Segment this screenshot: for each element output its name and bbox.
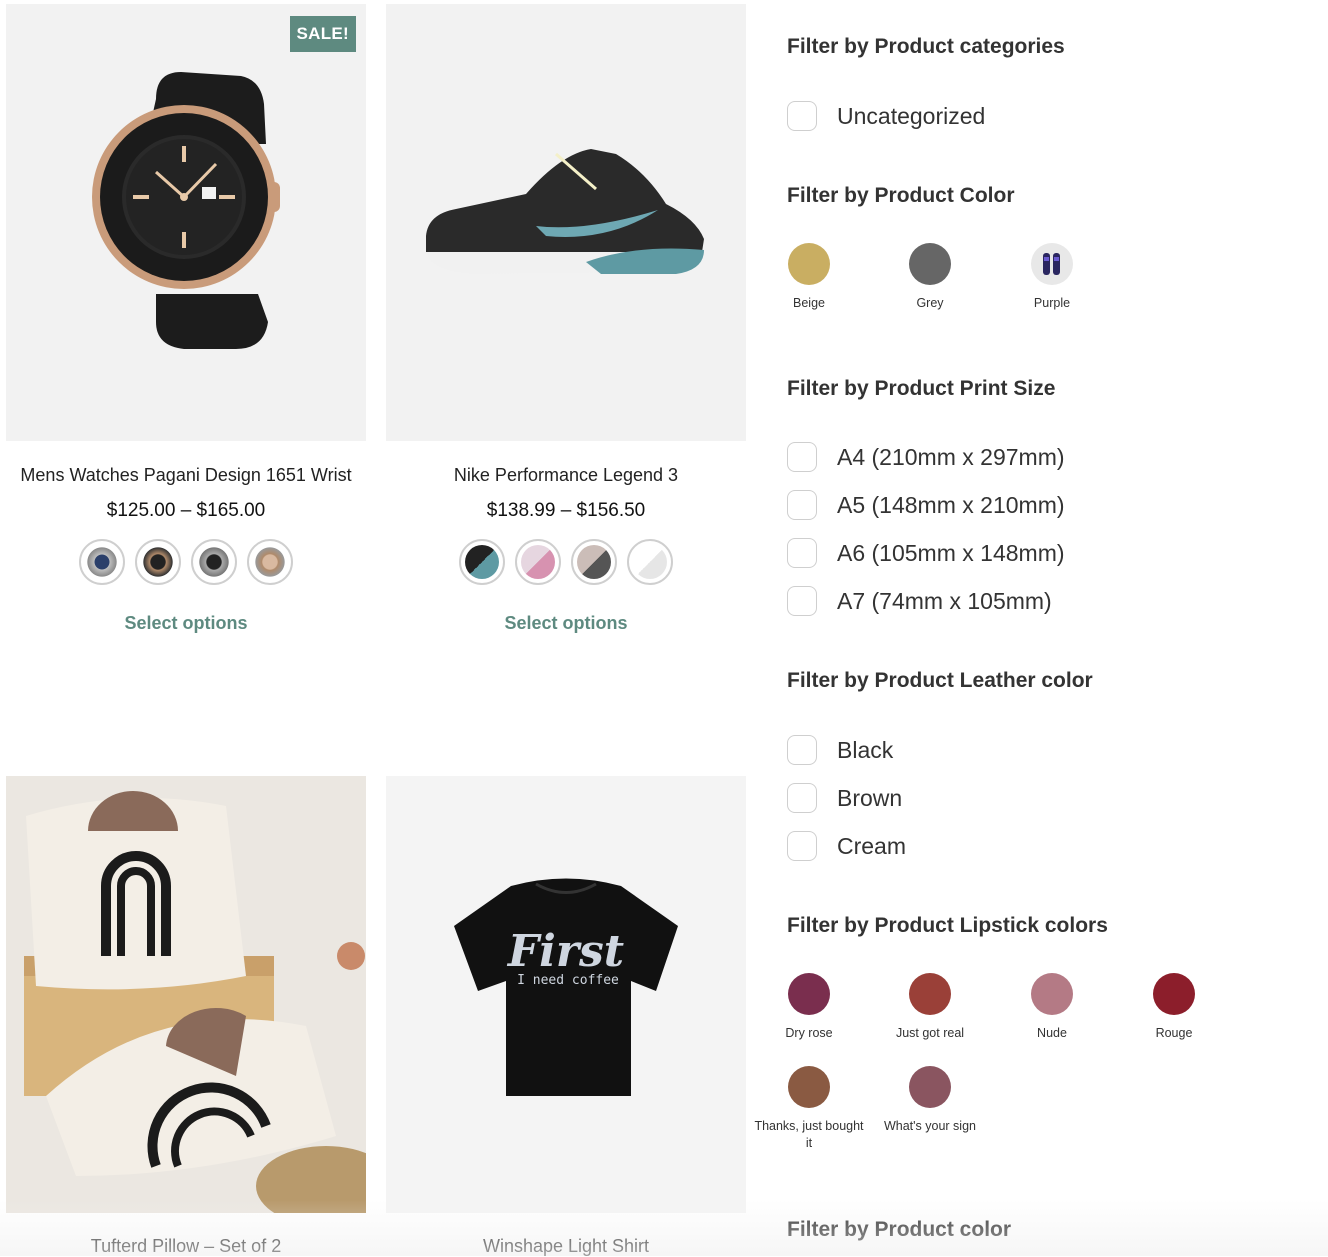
color-label: Rouge: [1155, 1026, 1193, 1040]
filter-heading-categories: Filter by Product categories: [787, 35, 1065, 58]
lipstick-option-whats-your-sign[interactable]: What's your sign: [875, 1066, 985, 1135]
color-dot[interactable]: [1153, 973, 1195, 1015]
product-image-watch[interactable]: SALE!: [6, 4, 366, 441]
checkbox-label: Black: [837, 736, 894, 763]
checkbox-label: Cream: [837, 832, 907, 859]
checkbox-label: Uncategorized: [837, 102, 986, 129]
product-price: $138.99 – $156.50: [486, 500, 646, 521]
checkbox[interactable]: [787, 783, 817, 813]
shirt-print-main: First: [506, 926, 624, 977]
filter-heading-leather: Filter by Product Leather color: [787, 669, 1093, 692]
checkbox-label: A5 (148mm x 210mm): [837, 491, 1065, 518]
lipstick-option-just-got-real[interactable]: Just got real: [875, 973, 985, 1042]
lipstick-option-thanks-just-bought-it[interactable]: Thanks, just bought it: [754, 1066, 864, 1152]
color-label: What's your sign: [883, 1119, 976, 1133]
lipstick-option-nude[interactable]: Nude: [997, 973, 1107, 1042]
filter-option-a6[interactable]: A6 (105mm x 148mm): [787, 536, 1065, 570]
filter-heading-print-size: Filter by Product Print Size: [787, 377, 1056, 400]
color-dot[interactable]: [909, 1066, 951, 1108]
color-label: Dry rose: [785, 1026, 833, 1040]
product-title[interactable]: Tufterd Pillow – Set of 2: [6, 1236, 366, 1257]
color-option-beige[interactable]: Beige: [754, 243, 864, 312]
select-options-link[interactable]: Select options: [386, 613, 746, 634]
product-title[interactable]: Mens Watches Pagani Design 1651 Wrist: [6, 465, 366, 486]
color-option-purple[interactable]: Purple: [997, 243, 1107, 312]
product-image-pillow[interactable]: [6, 776, 366, 1213]
product-price: $125.00 – $165.00: [106, 500, 266, 521]
checkbox[interactable]: [787, 101, 817, 131]
filter-option-black[interactable]: Black: [787, 733, 893, 767]
product-card-shoe: Nike Performance Legend 3 $138.99 – $156…: [386, 4, 746, 644]
swatch-lilac-pink[interactable]: [515, 539, 561, 585]
product-image-shoe[interactable]: [386, 4, 746, 441]
swatch-taupe-grey[interactable]: [571, 539, 617, 585]
color-dot[interactable]: [909, 243, 951, 285]
color-label: Just got real: [895, 1026, 965, 1040]
sale-badge: SALE!: [289, 16, 356, 52]
checkbox-label: A7 (74mm x 105mm): [837, 587, 1052, 614]
select-options-link[interactable]: Select options: [6, 613, 366, 634]
color-option-grey[interactable]: Grey: [875, 243, 985, 312]
color-dot[interactable]: [1031, 973, 1073, 1015]
color-dot[interactable]: [788, 973, 830, 1015]
filter-heading-color: Filter by Product Color: [787, 184, 1015, 207]
swatch-black-teal[interactable]: [459, 539, 505, 585]
color-label: Nude: [1037, 1026, 1067, 1040]
variation-swatches: [6, 539, 366, 585]
lipstick-option-rouge[interactable]: Rouge: [1119, 973, 1229, 1042]
checkbox-label: A6 (105mm x 148mm): [837, 539, 1065, 566]
product-card-shirt: First I need coffee Winshape Light Shirt: [386, 776, 746, 1256]
checkbox[interactable]: [787, 538, 817, 568]
product-image-shirt[interactable]: First I need coffee: [386, 776, 746, 1213]
swatch-white-light[interactable]: [627, 539, 673, 585]
checkbox-label: Brown: [837, 784, 903, 811]
product-card-watch: SALE! Mens Watches Pagani Design 1651 Wr…: [6, 4, 366, 644]
filter-heading-lipstick: Filter by Product Lipstick colors: [787, 914, 1108, 937]
variation-swatches: [386, 539, 746, 585]
filter-option-a5[interactable]: A5 (148mm x 210mm): [787, 488, 1065, 522]
lipstick-option-dry-rose[interactable]: Dry rose: [754, 973, 864, 1042]
color-label: Thanks, just bought it: [754, 1119, 864, 1150]
sneaker-thumbnail-icon[interactable]: [1031, 243, 1073, 285]
color-dot[interactable]: [788, 1066, 830, 1108]
filter-option-a7[interactable]: A7 (74mm x 105mm): [787, 584, 1052, 618]
product-card-pillow: Tufterd Pillow – Set of 2: [6, 776, 366, 1256]
checkbox-label: A4 (210mm x 297mm): [837, 443, 1065, 470]
color-label: Grey: [916, 296, 944, 310]
checkbox[interactable]: [787, 831, 817, 861]
product-title[interactable]: Winshape Light Shirt: [386, 1236, 746, 1257]
swatch-watch-blue[interactable]: [79, 539, 125, 585]
filter-heading-color-2: Filter by Product color: [787, 1218, 1012, 1241]
shirt-print-sub: I need coffee: [517, 973, 619, 988]
checkbox[interactable]: [787, 586, 817, 616]
checkbox[interactable]: [787, 442, 817, 472]
color-dot[interactable]: [788, 243, 830, 285]
color-dot[interactable]: [909, 973, 951, 1015]
swatch-watch-rose[interactable]: [247, 539, 293, 585]
filter-option-uncategorized[interactable]: Uncategorized: [787, 99, 985, 133]
color-label: Beige: [793, 296, 825, 310]
filter-option-a4[interactable]: A4 (210mm x 297mm): [787, 440, 1065, 474]
product-title[interactable]: Nike Performance Legend 3: [386, 465, 746, 486]
color-label: Purple: [1033, 296, 1071, 310]
checkbox[interactable]: [787, 490, 817, 520]
swatch-watch-black-gold[interactable]: [135, 539, 181, 585]
filter-option-cream[interactable]: Cream: [787, 829, 906, 863]
checkbox[interactable]: [787, 735, 817, 765]
filter-option-brown[interactable]: Brown: [787, 781, 902, 815]
swatch-watch-black-steel[interactable]: [191, 539, 237, 585]
